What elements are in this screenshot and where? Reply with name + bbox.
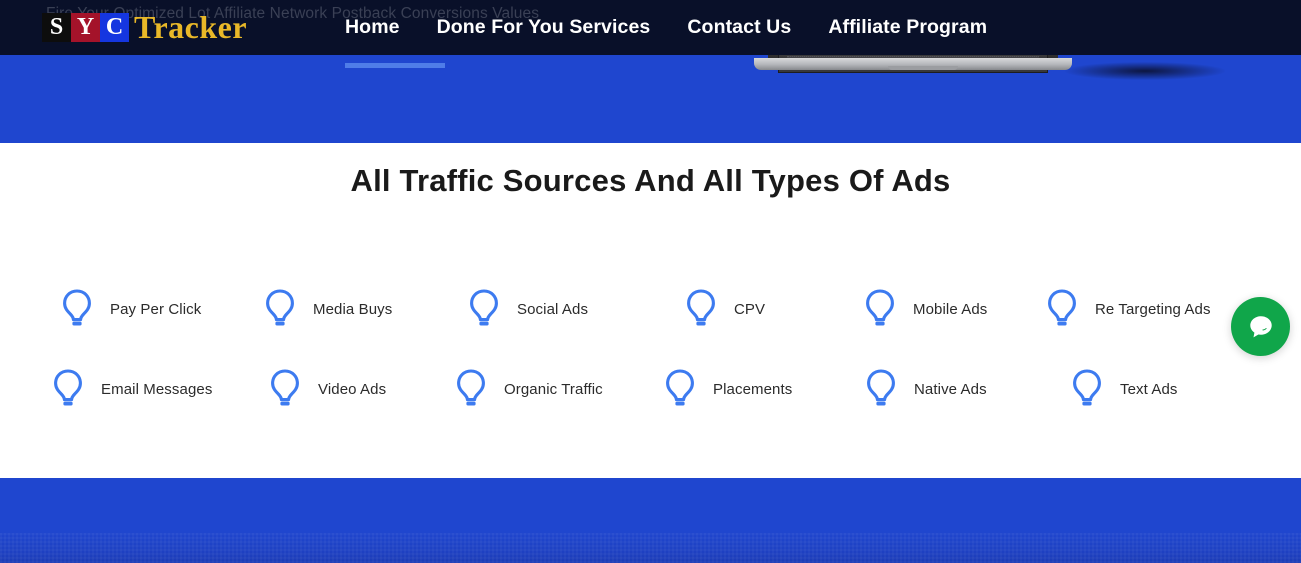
nav-item-done-for-you-services[interactable]: Done For You Services bbox=[437, 16, 651, 39]
feature-label: Video Ads bbox=[318, 380, 387, 398]
feature-email-messages[interactable]: Email Messages bbox=[49, 359, 212, 419]
main-nav: Home Done For You Services Contact Us Af… bbox=[345, 0, 987, 55]
feature-pay-per-click[interactable]: Pay Per Click bbox=[58, 279, 201, 339]
lightbulb-icon bbox=[1068, 367, 1106, 411]
features-grid: Pay Per Click Media Buys Social Ads CPV … bbox=[0, 279, 1301, 439]
feature-label: Re Targeting Ads bbox=[1095, 300, 1211, 318]
feature-label: CPV bbox=[734, 300, 766, 318]
feature-placements[interactable]: Placements bbox=[661, 359, 792, 419]
page-title: All Traffic Sources And All Types Of Ads bbox=[350, 163, 951, 198]
lightbulb-icon bbox=[862, 367, 900, 411]
feature-text-ads[interactable]: Text Ads bbox=[1068, 359, 1178, 419]
feature-label: Pay Per Click bbox=[110, 300, 202, 318]
lightbulb-icon bbox=[58, 287, 96, 331]
feature-cpv[interactable]: CPV bbox=[682, 279, 765, 339]
lightbulb-icon bbox=[682, 287, 720, 331]
nav-active-indicator bbox=[345, 63, 445, 68]
main-content: All Traffic Sources And All Types Of Ads… bbox=[0, 143, 1301, 478]
feature-label: Native Ads bbox=[914, 380, 987, 398]
laptop-drop-shadow bbox=[1065, 62, 1225, 80]
feature-label: Media Buys bbox=[313, 300, 393, 318]
nav-item-contact-us[interactable]: Contact Us bbox=[687, 16, 791, 39]
lightbulb-icon bbox=[261, 287, 299, 331]
lightbulb-icon bbox=[452, 367, 490, 411]
lightbulb-icon bbox=[49, 367, 87, 411]
feature-media-buys[interactable]: Media Buys bbox=[261, 279, 392, 339]
nav-item-home[interactable]: Home bbox=[345, 16, 400, 39]
logo-wordmark: Tracker bbox=[134, 9, 248, 45]
laptop-trackpad-edge bbox=[888, 66, 958, 70]
nav-item-affiliate-program[interactable]: Affiliate Program bbox=[828, 16, 987, 39]
hero-section: Fire Your Optimized Lot Affiliate Networ… bbox=[0, 0, 1301, 143]
feature-label: Text Ads bbox=[1120, 380, 1178, 398]
feature-label: Social Ads bbox=[517, 300, 589, 318]
feature-video-ads[interactable]: Video Ads bbox=[266, 359, 386, 419]
site-logo[interactable]: S Y C Tracker bbox=[42, 10, 247, 44]
feature-social-ads[interactable]: Social Ads bbox=[465, 279, 588, 339]
lightbulb-icon bbox=[266, 367, 304, 411]
footer-blue-band bbox=[0, 478, 1301, 563]
feature-re-targeting-ads[interactable]: Re Targeting Ads bbox=[1043, 279, 1211, 339]
feature-label: Placements bbox=[713, 380, 793, 398]
feature-row-1: Pay Per Click Media Buys Social Ads CPV … bbox=[0, 279, 1301, 359]
footer-texture bbox=[0, 533, 1301, 563]
chat-bubble-icon bbox=[1248, 314, 1274, 340]
feature-native-ads[interactable]: Native Ads bbox=[862, 359, 987, 419]
feature-label: Organic Traffic bbox=[504, 380, 603, 398]
lightbulb-icon bbox=[661, 367, 699, 411]
chat-widget-button[interactable] bbox=[1231, 297, 1290, 356]
feature-label: Email Messages bbox=[101, 380, 213, 398]
feature-organic-traffic[interactable]: Organic Traffic bbox=[452, 359, 603, 419]
logo-letter-y: Y bbox=[71, 12, 100, 42]
logo-letter-c: C bbox=[100, 12, 129, 42]
feature-mobile-ads[interactable]: Mobile Ads bbox=[861, 279, 987, 339]
lightbulb-icon bbox=[1043, 287, 1081, 331]
logo-letter-s: S bbox=[42, 12, 71, 42]
feature-label: Mobile Ads bbox=[913, 300, 988, 318]
feature-row-2: Email Messages Video Ads Organic Traffic… bbox=[0, 359, 1301, 439]
lightbulb-icon bbox=[861, 287, 899, 331]
lightbulb-icon bbox=[465, 287, 503, 331]
page-root: Fire Your Optimized Lot Affiliate Networ… bbox=[0, 0, 1301, 563]
